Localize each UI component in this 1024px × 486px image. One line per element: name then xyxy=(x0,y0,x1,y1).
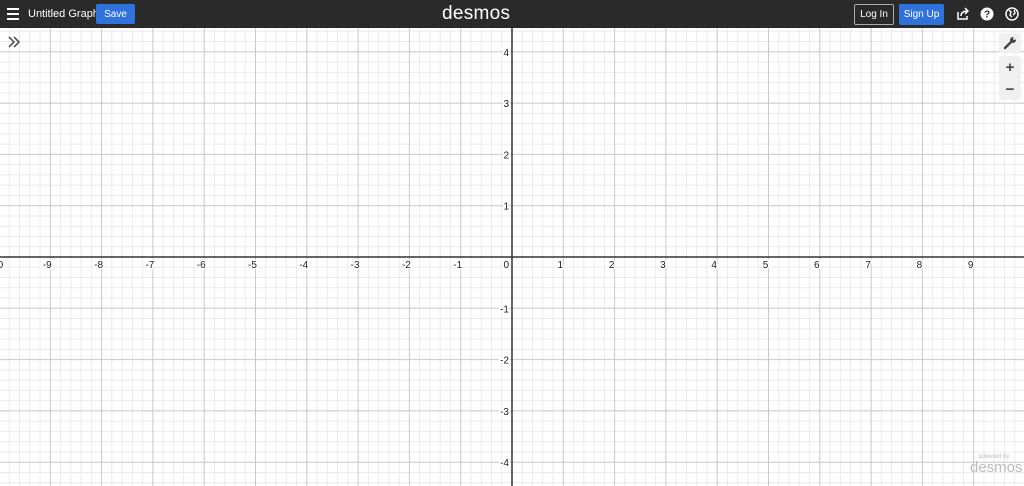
powered-by-logo[interactable]: powered by desmos xyxy=(970,454,1023,480)
zoom-controls: + − xyxy=(999,56,1021,100)
top-bar: Untitled Graph Save desmos Log In Sign U… xyxy=(0,0,1024,28)
x-tick-label: 9 xyxy=(968,260,974,271)
powered-by-brand: desmos xyxy=(970,459,1023,476)
graph-title[interactable]: Untitled Graph xyxy=(28,8,99,20)
x-tick-label: 8 xyxy=(917,260,923,271)
y-tick-label: 1 xyxy=(503,202,509,213)
signup-button[interactable]: Sign Up xyxy=(899,4,944,25)
graph-canvas[interactable]: -10-9-8-7-6-5-4-3-2-101234567894321-1-2-… xyxy=(0,28,1024,486)
x-tick-label: 4 xyxy=(711,260,717,271)
y-tick-label: -3 xyxy=(500,407,509,418)
share-icon[interactable] xyxy=(956,7,970,21)
plus-icon: + xyxy=(1005,58,1015,76)
graph-settings-button[interactable] xyxy=(999,33,1021,53)
x-tick-label: -3 xyxy=(351,260,360,271)
wrench-icon xyxy=(1003,37,1016,50)
x-tick-label: 7 xyxy=(865,260,871,271)
tick-labels: -10-9-8-7-6-5-4-3-2-101234567894321-1-2-… xyxy=(0,46,975,470)
x-tick-label: -1 xyxy=(453,260,462,271)
x-tick-label: -5 xyxy=(248,260,257,271)
x-tick-label: 2 xyxy=(609,260,615,271)
x-tick-label: 6 xyxy=(814,260,820,271)
zoom-out-button[interactable]: − xyxy=(999,78,1021,100)
x-tick-label: -10 xyxy=(0,260,4,271)
x-tick-label: -2 xyxy=(402,260,411,271)
menu-icon[interactable] xyxy=(7,8,19,20)
svg-text:?: ? xyxy=(984,10,990,21)
y-tick-label: -4 xyxy=(500,458,509,469)
x-tick-label: 0 xyxy=(503,260,509,271)
y-tick-label: -1 xyxy=(500,304,509,315)
zoom-in-button[interactable]: + xyxy=(999,56,1021,78)
x-tick-label: 1 xyxy=(558,260,564,271)
x-tick-label: -7 xyxy=(145,260,154,271)
help-icon[interactable]: ? xyxy=(980,7,994,21)
x-tick-label: -9 xyxy=(43,260,52,271)
x-tick-label: -4 xyxy=(299,260,308,271)
minus-icon: − xyxy=(1005,80,1015,98)
x-tick-label: -8 xyxy=(94,260,103,271)
x-tick-label: -6 xyxy=(197,260,206,271)
brand-logo: desmos xyxy=(442,3,511,24)
login-button[interactable]: Log In xyxy=(854,4,894,25)
y-tick-label: 4 xyxy=(503,48,509,59)
y-tick-label: 2 xyxy=(503,150,509,161)
y-tick-label: 3 xyxy=(503,99,509,110)
save-button[interactable]: Save xyxy=(96,4,135,24)
expand-list-icon[interactable] xyxy=(6,34,22,50)
x-tick-label: 5 xyxy=(763,260,769,271)
globe-icon[interactable] xyxy=(1005,7,1019,21)
y-tick-label: -2 xyxy=(500,356,509,367)
x-tick-label: 3 xyxy=(660,260,666,271)
axes xyxy=(0,28,1024,486)
